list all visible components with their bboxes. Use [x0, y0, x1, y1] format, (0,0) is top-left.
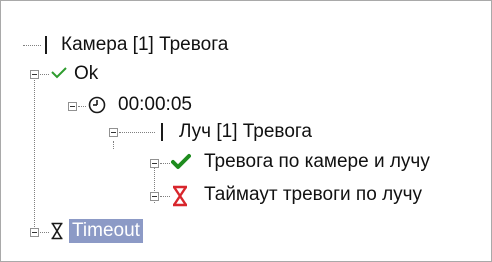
row-marker — [161, 123, 163, 141]
collapse-toggle[interactable] — [30, 228, 39, 237]
tree-connector — [23, 45, 41, 46]
tree-guide-line — [34, 75, 35, 233]
hourglass-icon — [51, 222, 63, 240]
collapse-toggle[interactable] — [30, 70, 39, 79]
tree-connector — [160, 196, 170, 197]
tree-view: Камера [1] Тревога Ok 00:00:05 Луч [1] Т… — [5, 1, 485, 257]
tree-node-action-alarm[interactable]: Тревога по камере и лучу — [204, 151, 430, 173]
collapse-toggle[interactable] — [150, 192, 159, 201]
tree-view-panel: Камера [1] Тревога Ok 00:00:05 Луч [1] Т… — [0, 0, 492, 262]
tree-connector — [40, 232, 49, 233]
tree-node-timeout[interactable]: Timeout — [69, 219, 143, 243]
tree-connector — [160, 163, 170, 164]
tree-guide-line — [113, 141, 114, 149]
hourglass-icon — [173, 185, 187, 207]
collapse-toggle[interactable] — [109, 128, 118, 137]
tree-node-condition-ok[interactable]: Ok — [74, 63, 98, 85]
row-marker — [45, 36, 47, 54]
collapse-toggle[interactable] — [150, 159, 159, 168]
tree-connector — [40, 74, 49, 75]
tree-connector — [78, 106, 86, 107]
tree-connector — [119, 132, 155, 133]
tree-node-root[interactable]: Камера [1] Тревога — [61, 34, 228, 56]
check-mark-icon — [51, 67, 67, 79]
collapse-toggle[interactable] — [68, 102, 77, 111]
tree-node-beam-alarm[interactable]: Луч [1] Тревога — [179, 121, 312, 143]
tree-node-timer[interactable]: 00:00:05 — [118, 94, 192, 116]
tree-node-action-timeout[interactable]: Таймаут тревоги по лучу — [204, 184, 422, 206]
clock-icon — [88, 96, 106, 114]
bold-check-icon — [171, 154, 191, 169]
